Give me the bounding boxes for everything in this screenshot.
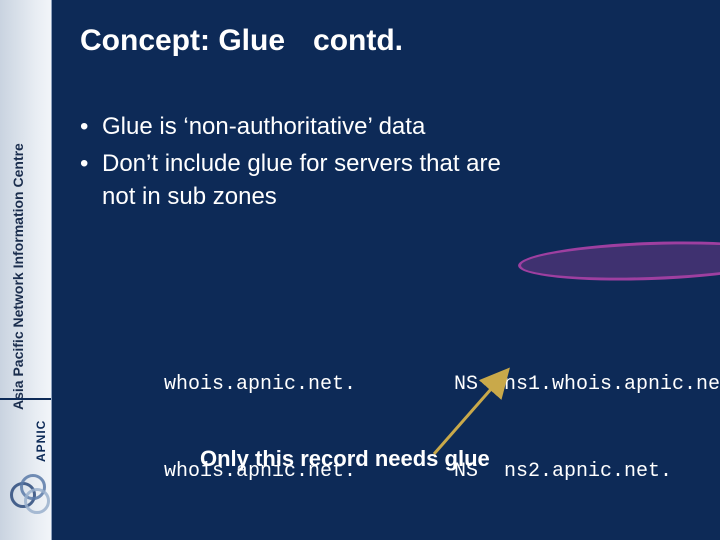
apnic-rings-icon (10, 474, 54, 518)
dns-record-row: whois.apnic.net.NSns1.whois.apnic.net. (164, 370, 720, 399)
title-left: Concept: Glue (80, 24, 285, 57)
bullet-text: Don’t include glue for servers that are (102, 150, 501, 177)
bullet-item-1: • Glue is ‘non-authoritative’ data (80, 110, 501, 143)
record-type: NS (454, 370, 504, 399)
dns-records-block: whois.apnic.net.NSns1.whois.apnic.net. w… (164, 254, 720, 540)
bullet-text: not in sub zones (102, 183, 277, 210)
bullet-area: • Glue is ‘non-authoritative’ data • Don… (80, 110, 501, 213)
slide-content: Concept: Gluecontd. Glue is ‘non-authori… (80, 24, 696, 104)
sidebar-org-text: Asia Pacific Network Information Centre (10, 10, 26, 410)
slide-title: Concept: Glue contd. (80, 24, 696, 58)
record-rdata: ns2.apnic.net. (504, 457, 672, 486)
caption-text: Only this record needs glue (200, 446, 490, 472)
apnic-logo-letters: APNIC (34, 420, 48, 462)
record-owner: whois.apnic.net. (164, 370, 454, 399)
highlight-oval (517, 237, 720, 284)
title-right: contd. (313, 24, 403, 57)
record-rdata: ns1.whois.apnic.net. (504, 370, 720, 399)
bullet-item-2-cont: not in sub zones (80, 180, 501, 213)
bullet-text: Glue is ‘non-authoritative’ data (102, 113, 425, 140)
sidebar: Asia Pacific Network Information Centre … (0, 0, 52, 540)
bullet-item-2: • Don’t include glue for servers that ar… (80, 147, 501, 180)
sidebar-divider (0, 398, 51, 400)
